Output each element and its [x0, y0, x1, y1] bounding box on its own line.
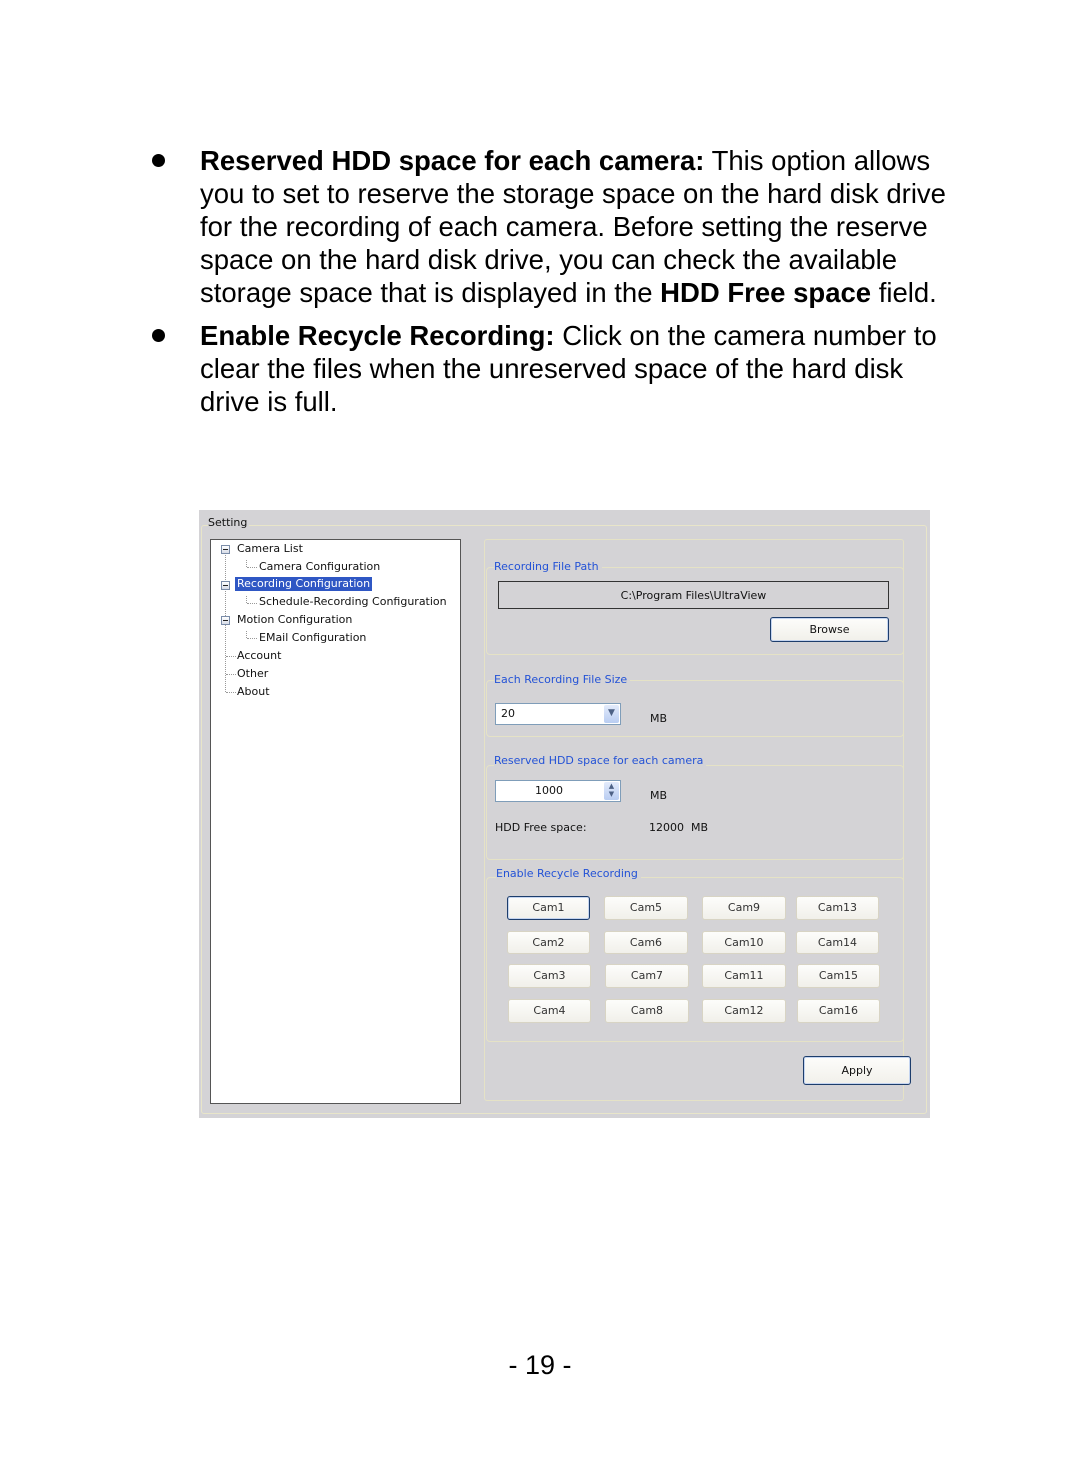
tree-item-email-configuration[interactable]: EMail Configuration — [259, 631, 366, 645]
tree-guide — [246, 631, 247, 638]
cam4-button[interactable]: Cam4 — [508, 999, 591, 1023]
window-title: Setting — [208, 516, 250, 529]
tree-item-schedule-recording-configuration[interactable]: Schedule-Recording Configuration — [259, 595, 447, 609]
collapse-icon[interactable] — [221, 616, 230, 625]
file-size-unit: MB — [650, 712, 668, 725]
cam12-button[interactable]: Cam12 — [702, 999, 786, 1023]
bullet-term-inline: HDD Free space — [660, 277, 872, 308]
cam2-button[interactable]: Cam2 — [507, 931, 590, 954]
cam7-button[interactable]: Cam7 — [605, 964, 689, 988]
tree-guide — [247, 638, 257, 639]
cam6-button[interactable]: Cam6 — [604, 931, 688, 954]
cam15-button[interactable]: Cam15 — [797, 964, 880, 988]
reserved-hdd-title: Reserved HDD space for each camera — [494, 754, 707, 767]
bullet-dot-icon — [152, 154, 165, 167]
bullet-dot-icon — [152, 329, 165, 342]
hdd-free-space-label: HDD Free space: — [495, 821, 587, 834]
apply-button[interactable]: Apply — [803, 1056, 911, 1085]
cam16-button[interactable]: Cam16 — [797, 999, 880, 1023]
cam10-button[interactable]: Cam10 — [702, 931, 786, 954]
cam1-button[interactable]: Cam1 — [507, 896, 590, 920]
tree-item-recording-configuration[interactable]: Recording Configuration — [235, 577, 373, 591]
tree-guide — [246, 596, 247, 603]
bullet-term: Enable Recycle Recording: — [200, 320, 555, 351]
tree-guide — [226, 674, 236, 675]
tree-item-about[interactable]: About — [237, 685, 270, 699]
tree-guide — [247, 603, 257, 604]
collapse-icon[interactable] — [221, 545, 230, 554]
tree-item-account[interactable]: Account — [237, 649, 281, 663]
spin-arrows-icon[interactable]: ▲ ▼ — [604, 782, 619, 800]
hdd-free-space-value: 12000 MB — [649, 821, 709, 834]
tree-item-other[interactable]: Other — [237, 667, 268, 681]
cam5-button[interactable]: Cam5 — [604, 896, 688, 920]
browse-button[interactable]: Browse — [770, 617, 889, 642]
chevron-down-icon[interactable]: ▼ — [604, 705, 619, 723]
reserved-hdd-unit: MB — [650, 789, 668, 802]
bullet-reserved-hdd: Reserved HDD space for each camera: This… — [148, 144, 968, 309]
file-size-value: 20 — [501, 707, 515, 720]
recording-file-path-title: Recording File Path — [494, 560, 602, 573]
tree-guide — [226, 656, 236, 657]
cam9-button[interactable]: Cam9 — [702, 896, 786, 920]
bullet-recycle: Enable Recycle Recording: Click on the c… — [148, 319, 968, 418]
cam8-button[interactable]: Cam8 — [605, 999, 689, 1023]
page-number: - 19 - — [508, 1350, 572, 1380]
reserved-hdd-spinner[interactable]: 1000 ▲ ▼ — [495, 780, 621, 802]
file-size-title: Each Recording File Size — [494, 673, 631, 686]
tree-guide — [247, 567, 257, 568]
tree-guide — [226, 692, 236, 693]
cam3-button[interactable]: Cam3 — [508, 964, 591, 988]
recycle-recording-title: Enable Recycle Recording — [496, 867, 641, 880]
reserved-hdd-value: 1000 — [535, 784, 563, 797]
settings-tree: Camera List Camera Configuration Recordi… — [210, 539, 461, 1104]
setting-window: Setting Camera List Camera Configuration… — [199, 510, 930, 1118]
cam11-button[interactable]: Cam11 — [702, 964, 786, 988]
recording-file-path-field[interactable]: C:\Program Files\UltraView — [498, 581, 889, 609]
bullet-term: Reserved HDD space for each camera: — [200, 145, 705, 176]
collapse-icon[interactable] — [221, 581, 230, 590]
tree-guide — [246, 560, 247, 567]
cam14-button[interactable]: Cam14 — [796, 931, 879, 954]
tree-item-motion-configuration[interactable]: Motion Configuration — [237, 613, 352, 627]
tree-item-camera-list[interactable]: Camera List — [237, 542, 303, 556]
bullet-list: Reserved HDD space for each camera: This… — [148, 144, 968, 428]
cam13-button[interactable]: Cam13 — [796, 896, 879, 920]
file-size-dropdown[interactable]: 20 ▼ — [495, 703, 621, 725]
tree-item-camera-configuration[interactable]: Camera Configuration — [259, 560, 380, 574]
bullet-text: field. — [871, 277, 937, 308]
